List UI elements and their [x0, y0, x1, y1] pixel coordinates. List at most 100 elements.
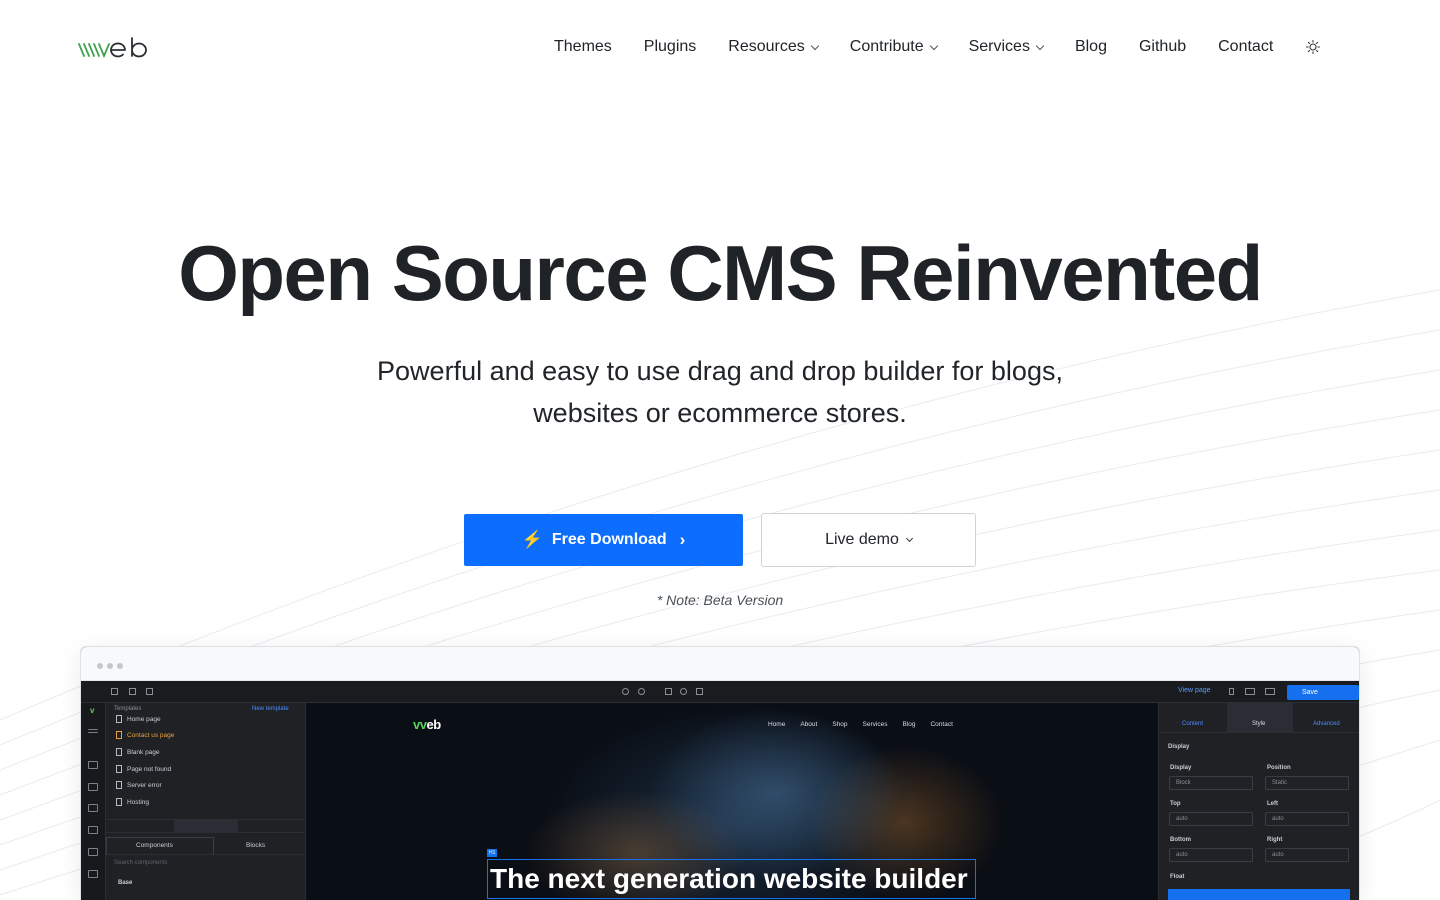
tablet-icon — [1245, 688, 1255, 695]
undo-icon — [622, 688, 629, 695]
editor-preview-window: View page Save v Templates New template … — [80, 646, 1360, 900]
new-template-link: New template — [252, 706, 289, 712]
folder-icon — [88, 804, 98, 812]
nav-resources-label: Resources — [728, 38, 805, 55]
editor-save-button: Save — [1287, 685, 1359, 700]
file-icon — [116, 715, 122, 723]
file-icon — [116, 798, 122, 806]
beta-note: * Note: Beta Version — [656, 592, 784, 608]
display-select: Block — [1169, 776, 1253, 790]
field-label: Display — [1170, 765, 1192, 771]
editor-logo-icon: v — [90, 706, 95, 715]
field-label: Bottom — [1170, 837, 1191, 843]
advanced-tab: Advanced — [1313, 721, 1340, 727]
window-titlebar — [81, 647, 1359, 681]
nav-contribute-label: Contribute — [849, 38, 924, 55]
nav-plugins-label: Plugins — [643, 38, 697, 55]
properties-tabs: Content Style Advanced — [1159, 703, 1359, 733]
bottom-input: auto — [1169, 848, 1253, 862]
nav-services[interactable]: Services — [969, 36, 1045, 58]
templates-heading: Templates — [114, 706, 142, 712]
live-demo-button[interactable]: Live demo — [761, 513, 976, 567]
template-label: Home page — [127, 715, 161, 723]
right-input: auto — [1265, 848, 1349, 862]
tools-icon — [88, 783, 98, 791]
nav-blog-label: Blog — [1074, 38, 1107, 55]
nav-contact-label: Contact — [1218, 38, 1274, 55]
h1-selection-tag: H1 — [487, 849, 498, 857]
template-label: Page not found — [127, 765, 172, 773]
file-icon — [116, 748, 122, 756]
chevron-down-icon — [1035, 41, 1045, 50]
editor-icon-bar: v — [81, 703, 106, 900]
canvas-nav-item: Shop — [832, 721, 848, 728]
editor-screenshot: View page Save v Templates New template … — [81, 681, 1359, 900]
editor-right-panel: Content Style Advanced Display Display P… — [1158, 703, 1359, 900]
free-download-button[interactable]: ⚡ Free Download › — [464, 514, 743, 566]
vvveb-logo[interactable] — [77, 36, 159, 58]
field-label: Position — [1267, 765, 1291, 771]
code-icon — [665, 688, 672, 695]
chevron-right-icon: › — [679, 530, 686, 549]
layout-icon — [88, 826, 98, 834]
components-tab: Components — [136, 842, 173, 849]
float-label: Float — [1170, 874, 1185, 880]
display-section-label: Display — [1168, 744, 1190, 750]
file-icon — [116, 731, 122, 739]
hero-subtitle: Powerful and easy to use drag and drop b… — [377, 356, 1063, 428]
lightning-icon: ⚡ — [521, 530, 543, 549]
nav-contribute[interactable]: Contribute — [849, 36, 938, 58]
float-options — [1168, 889, 1350, 900]
live-demo-label: Live demo — [825, 531, 899, 548]
activity-icon — [88, 761, 98, 769]
file-icon — [116, 765, 122, 773]
position-select: Static — [1265, 776, 1349, 790]
blocks-tab: Blocks — [246, 842, 266, 849]
window-dot-icon — [107, 663, 113, 669]
window-icon — [88, 848, 98, 856]
preview-icon — [680, 688, 687, 695]
fullscreen-icon — [696, 688, 703, 695]
sun-icon[interactable] — [1305, 39, 1321, 55]
canvas-headline: The next generation website builder — [487, 859, 976, 899]
nav-github-label: Github — [1138, 38, 1187, 55]
nav-themes[interactable]: Themes — [554, 36, 612, 58]
canvas-nav-item: Services — [862, 721, 888, 728]
free-download-label: Free Download — [551, 531, 667, 548]
nav-blog[interactable]: Blog — [1075, 36, 1107, 58]
canvas-nav-item: About — [800, 721, 818, 728]
editor-save-label: Save — [1302, 689, 1318, 696]
template-label: Contact us page — [127, 731, 175, 739]
main-nav: Themes Plugins Resources Contribute Serv… — [554, 36, 1321, 58]
hero-title: Open Source CMS Reinvented — [178, 229, 1263, 317]
chevron-down-icon — [810, 41, 820, 50]
redo-icon — [638, 688, 645, 695]
template-item: Hosting — [116, 798, 149, 806]
template-label: Server error — [127, 781, 162, 789]
editor-top-toolbar: View page Save — [81, 681, 1359, 703]
nav-github[interactable]: Github — [1139, 36, 1186, 58]
panel-tab-active — [174, 820, 238, 833]
nav-resources[interactable]: Resources — [728, 36, 820, 58]
style-tab: Style — [1252, 721, 1266, 727]
view-page-link: View page — [1178, 687, 1211, 694]
template-item: Contact us page — [116, 731, 174, 739]
window-dot-icon — [97, 663, 103, 669]
base-group-label: Base — [118, 880, 133, 886]
menu-icon — [88, 729, 98, 733]
canvas-nav: Home About Shop Services Blog Contact — [768, 721, 953, 728]
navbar: Themes Plugins Resources Contribute Serv… — [0, 0, 1440, 94]
nav-plugins[interactable]: Plugins — [644, 36, 696, 58]
canvas-logo: vveb — [413, 717, 441, 732]
template-label: Blank page — [127, 748, 160, 756]
nav-contact[interactable]: Contact — [1218, 36, 1273, 58]
search-components-input: Search components — [114, 860, 168, 866]
caret-down-icon — [905, 534, 913, 543]
template-item: Page not found — [116, 765, 171, 773]
nav-themes-label: Themes — [554, 38, 612, 55]
file-icon — [116, 781, 122, 789]
canvas-nav-item: Blog — [902, 721, 916, 728]
properties-tab-active — [1227, 703, 1293, 733]
content-tab: Content — [1182, 721, 1204, 727]
panel-icon — [146, 688, 153, 695]
